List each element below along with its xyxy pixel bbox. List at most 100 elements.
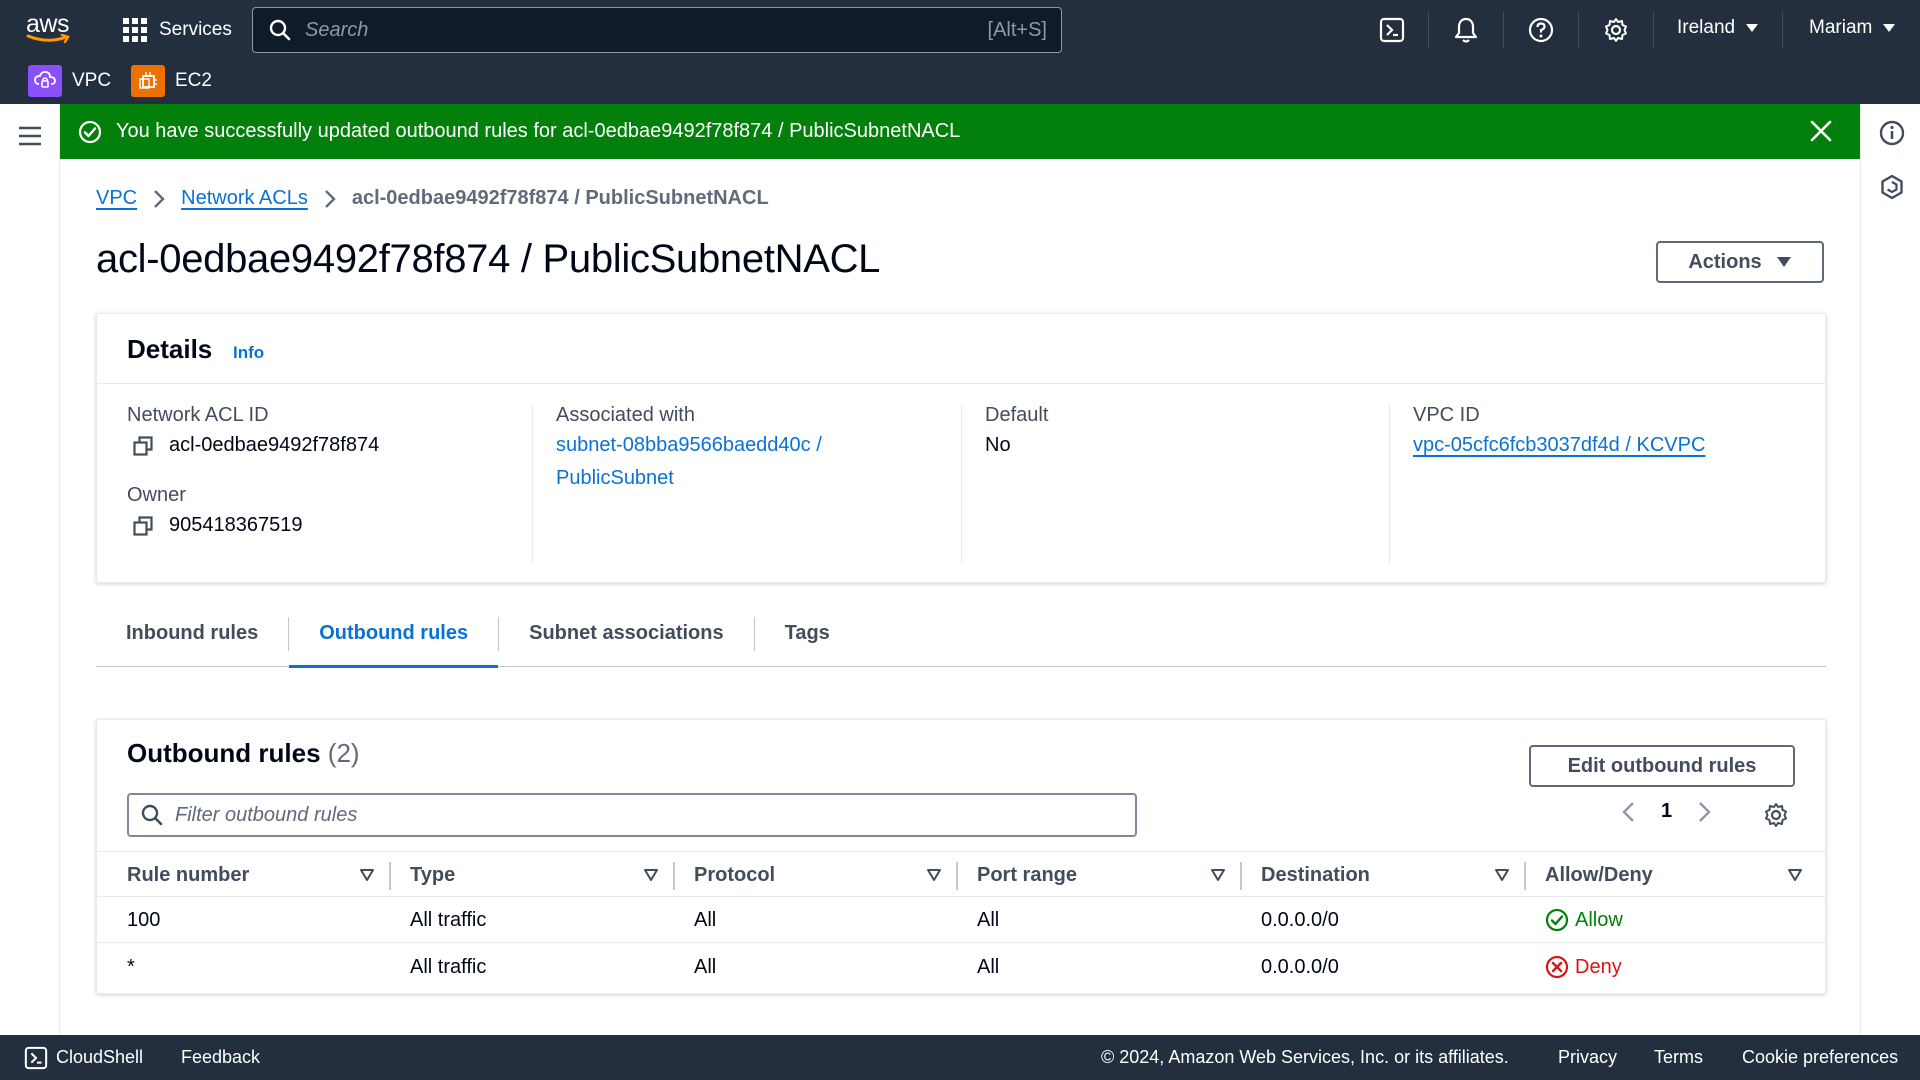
footer-cloudshell-link[interactable]: CloudShell xyxy=(24,1035,143,1080)
favorite-vpc[interactable]: VPC xyxy=(28,65,111,97)
services-menu-button[interactable]: Services xyxy=(123,17,232,43)
favorite-ec2-label: EC2 xyxy=(175,70,212,91)
vpc-service-icon xyxy=(28,65,62,97)
vpc-id-label: VPC ID xyxy=(1413,404,1480,426)
column-header-type[interactable]: Type xyxy=(410,852,455,898)
search-input[interactable] xyxy=(305,18,988,42)
gear-icon xyxy=(1605,18,1627,42)
caret-down-icon xyxy=(1883,24,1896,32)
associated-subnet-link[interactable]: subnet-08bba9566baedd40c / PublicSubnet xyxy=(556,429,822,495)
hexagon-tool-icon[interactable] xyxy=(1879,174,1905,200)
sort-icon[interactable] xyxy=(1787,852,1803,898)
left-navigation-strip xyxy=(0,104,60,1035)
footer-feedback-link[interactable]: Feedback xyxy=(181,1035,260,1080)
aws-logo-text: aws xyxy=(26,10,69,38)
settings-button[interactable] xyxy=(1600,14,1632,46)
breadcrumb: VPC Network ACLs acl-0edbae9492f78f874 /… xyxy=(96,187,769,210)
details-info-link[interactable]: Info xyxy=(233,343,264,363)
chevron-right-icon xyxy=(154,189,165,208)
chevron-left-icon[interactable] xyxy=(1621,801,1635,823)
footer-copyright: © 2024, Amazon Web Services, Inc. or its… xyxy=(1101,1047,1509,1067)
grid-icon xyxy=(123,18,147,42)
error-x-icon xyxy=(1545,955,1569,979)
sort-icon[interactable] xyxy=(1210,852,1226,898)
breadcrumb-vpc[interactable]: VPC xyxy=(96,187,137,210)
footer-cloudshell-label: CloudShell xyxy=(56,1047,144,1067)
page-title: acl-0edbae9492f78f874 / PublicSubnetNACL xyxy=(96,237,881,281)
tab-subnet-associations[interactable]: Subnet associations xyxy=(499,601,754,667)
filter-outbound-rules-input[interactable] xyxy=(175,803,1135,827)
ec2-service-icon xyxy=(131,65,165,97)
page-number[interactable]: 1 xyxy=(1661,800,1672,823)
info-panel-icon[interactable] xyxy=(1879,120,1905,146)
nav-divider xyxy=(1578,12,1579,48)
hamburger-menu-icon[interactable] xyxy=(18,126,42,146)
cell-rule-number: 100 xyxy=(127,908,161,931)
footer-terms-link[interactable]: Terms xyxy=(1654,1035,1703,1080)
copy-icon[interactable] xyxy=(133,435,153,456)
gear-icon[interactable] xyxy=(1763,802,1789,828)
favorite-vpc-label: VPC xyxy=(72,70,112,91)
user-label: Mariam xyxy=(1809,17,1873,38)
footer-cookie-preferences-link[interactable]: Cookie preferences xyxy=(1742,1035,1898,1080)
cell-protocol: All xyxy=(694,908,717,931)
cloudshell-nav-button[interactable] xyxy=(1376,14,1408,46)
sort-icon[interactable] xyxy=(926,852,942,898)
success-check-icon xyxy=(1545,908,1569,932)
column-divider xyxy=(389,862,391,890)
copy-icon[interactable] xyxy=(133,515,153,536)
details-column-1: Network ACL ID acl-0edbae9492f78f874 Own… xyxy=(127,404,379,542)
close-icon[interactable] xyxy=(1810,120,1832,142)
actions-dropdown-button[interactable]: Actions xyxy=(1656,241,1824,283)
caret-down-icon xyxy=(1746,24,1759,32)
sort-icon[interactable] xyxy=(359,852,375,898)
chevron-right-icon[interactable] xyxy=(1698,801,1712,823)
cell-destination: 0.0.0.0/0 xyxy=(1261,955,1339,978)
footer-privacy-link[interactable]: Privacy xyxy=(1558,1035,1617,1080)
services-label: Services xyxy=(159,19,232,40)
details-column-2: Associated with subnet-08bba9566baedd40c… xyxy=(556,404,822,495)
column-header-port-range[interactable]: Port range xyxy=(977,852,1077,898)
region-selector[interactable]: Ireland xyxy=(1677,17,1759,39)
details-title: Details xyxy=(127,334,213,364)
global-search-box[interactable]: [Alt+S] xyxy=(252,7,1062,53)
console-footer: CloudShell Feedback © 2024, Amazon Web S… xyxy=(0,1035,1920,1080)
sort-icon[interactable] xyxy=(643,852,659,898)
column-divider xyxy=(673,862,675,890)
success-flashbar: You have successfully updated outbound r… xyxy=(60,104,1860,159)
region-label: Ireland xyxy=(1677,17,1736,38)
column-header-rule-number[interactable]: Rule number xyxy=(127,852,249,898)
favorite-ec2[interactable]: EC2 xyxy=(131,65,212,97)
terminal-icon xyxy=(1379,17,1405,43)
column-divider xyxy=(1524,862,1526,890)
tab-outbound-rules[interactable]: Outbound rules xyxy=(289,601,499,668)
breadcrumb-current: acl-0edbae9492f78f874 / PublicSubnetNACL xyxy=(351,187,769,209)
help-button[interactable] xyxy=(1525,14,1557,46)
tab-inbound-rules[interactable]: Inbound rules xyxy=(96,601,288,667)
tab-tags[interactable]: Tags xyxy=(755,601,860,667)
vpc-id-link[interactable]: vpc-05cfc6fcb3037df4d / KCVPC xyxy=(1413,429,1705,462)
edit-outbound-rules-button[interactable]: Edit outbound rules xyxy=(1529,745,1795,787)
aws-logo[interactable]: aws xyxy=(26,12,76,46)
owner-label: Owner xyxy=(127,484,186,506)
column-header-allow-deny[interactable]: Allow/Deny xyxy=(1545,852,1653,898)
account-menu[interactable]: Mariam xyxy=(1809,17,1896,39)
column-header-protocol[interactable]: Protocol xyxy=(694,852,775,898)
outbound-rules-title-text: Outbound rules xyxy=(127,738,321,768)
filter-box[interactable] xyxy=(127,793,1137,837)
sort-icon[interactable] xyxy=(1494,852,1510,898)
breadcrumb-network-acls[interactable]: Network ACLs xyxy=(181,187,308,210)
nav-divider xyxy=(1428,12,1429,48)
notifications-button[interactable] xyxy=(1450,14,1482,46)
outbound-rules-container: Outbound rules (2) Edit outbound rules 1… xyxy=(96,719,1826,994)
search-shortcut-hint: [Alt+S] xyxy=(987,18,1047,41)
details-column-4: VPC ID vpc-05cfc6fcb3037df4d / KCVPC xyxy=(1413,404,1705,462)
column-header-destination[interactable]: Destination xyxy=(1261,852,1370,898)
column-divider xyxy=(961,404,962,564)
column-divider xyxy=(956,862,958,890)
cell-rule-number: * xyxy=(127,955,135,978)
right-tools-strip xyxy=(1860,104,1920,1035)
top-navigation: aws Services [Alt+S] xyxy=(0,0,1920,59)
table-header: Rule number Type Protocol Port range Des… xyxy=(97,851,1825,897)
associated-subnet-line2: PublicSubnet xyxy=(556,467,674,489)
